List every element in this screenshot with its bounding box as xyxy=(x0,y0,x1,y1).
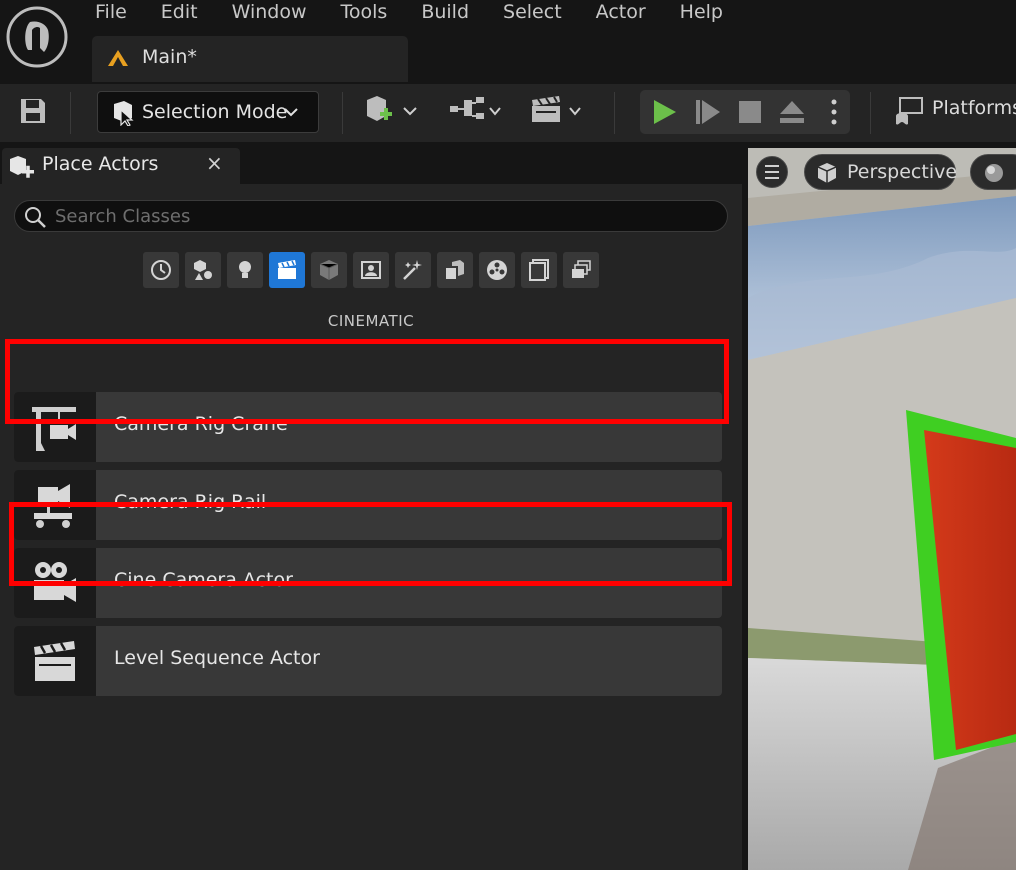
actor-label: Camera Rig Crane xyxy=(114,413,288,435)
actor-item-camera-rig-crane[interactable]: Camera Rig Crane xyxy=(14,392,722,462)
quick-add-button[interactable] xyxy=(364,94,420,130)
category-bar xyxy=(143,252,599,288)
platforms-button[interactable]: Platforms xyxy=(894,96,1016,128)
menu-edit[interactable]: Edit xyxy=(144,0,215,26)
level-tab-label: Main* xyxy=(142,46,197,68)
category-visual-effects[interactable] xyxy=(311,252,347,288)
category-geometry[interactable] xyxy=(353,252,389,288)
platforms-icon xyxy=(896,97,923,125)
clapperboard-icon xyxy=(14,626,96,696)
actor-item-camera-rig-rail[interactable]: Camera Rig Rail xyxy=(14,470,722,540)
chevron-down-icon xyxy=(284,107,298,117)
category-cinematic[interactable] xyxy=(269,252,305,288)
actor-item-cine-camera-actor[interactable]: Cine Camera Actor xyxy=(14,548,722,618)
actor-label: Level Sequence Actor xyxy=(114,647,320,669)
selection-mode-label: Selection Mode xyxy=(142,101,288,123)
selection-mode-icon xyxy=(110,100,136,126)
menu-actor[interactable]: Actor xyxy=(579,0,663,26)
main-menu: File Edit Window Tools Build Select Acto… xyxy=(78,0,740,26)
main-toolbar: Selection Mode Platforms xyxy=(0,84,1016,142)
place-actors-body: CINEMATIC Camera Rig Crane xyxy=(0,184,742,870)
blueprints-button[interactable] xyxy=(448,94,504,130)
viewport-menu-button[interactable] xyxy=(756,156,788,188)
viewport-scene xyxy=(748,148,1016,870)
menu-window[interactable]: Window xyxy=(215,0,324,26)
play-icon[interactable] xyxy=(654,100,676,124)
perspective-cube-icon xyxy=(815,161,839,189)
lit-sphere-icon xyxy=(983,162,1005,188)
save-icon xyxy=(21,99,45,123)
search-icon xyxy=(23,205,47,233)
selection-mode-dropdown[interactable]: Selection Mode xyxy=(97,91,319,133)
toolbar-divider xyxy=(342,92,343,134)
effects-sparkle-icon xyxy=(403,260,422,280)
level-viewport[interactable]: Perspective xyxy=(748,148,1016,870)
clapperboard-icon xyxy=(532,96,581,122)
viewport-perspective-button[interactable]: Perspective xyxy=(804,154,958,190)
recent-clock-icon xyxy=(151,260,171,280)
category-basic[interactable] xyxy=(185,252,221,288)
more-options-icon[interactable] xyxy=(831,99,837,125)
view-mode-label: Perspective xyxy=(847,161,958,183)
play-controls xyxy=(640,90,850,134)
search-classes-input[interactable] xyxy=(55,203,715,229)
viewport-lit-button[interactable] xyxy=(970,154,1016,190)
lights-bulb-icon xyxy=(239,261,251,278)
place-actors-icon xyxy=(8,154,36,184)
category-pages[interactable] xyxy=(521,252,557,288)
actor-label: Camera Rig Rail xyxy=(114,491,267,513)
stack-icon xyxy=(572,260,591,278)
unreal-logo-icon[interactable] xyxy=(6,6,68,68)
hamburger-menu-icon xyxy=(765,165,779,179)
platforms-label: Platforms xyxy=(932,97,1016,119)
pages-icon xyxy=(529,259,549,281)
title-bar: File Edit Window Tools Build Select Acto… xyxy=(0,0,1016,84)
panel-tab-strip: Place Actors × xyxy=(0,142,742,184)
cinematic-clapper-icon xyxy=(278,260,296,279)
close-icon[interactable]: × xyxy=(206,151,223,175)
toolbar-divider xyxy=(614,92,615,134)
search-box xyxy=(14,200,728,232)
category-lights[interactable] xyxy=(227,252,263,288)
category-volumes[interactable] xyxy=(437,252,473,288)
place-actors-panel: Place Actors × Search Classes CINEMATIC … xyxy=(0,142,742,870)
geometry-icon xyxy=(361,261,381,279)
cine-camera-icon xyxy=(14,548,96,618)
add-actor-icon xyxy=(367,96,417,121)
volumes-icon xyxy=(446,260,464,279)
menu-select[interactable]: Select xyxy=(486,0,579,26)
level-icon xyxy=(106,48,130,68)
all-classes-icon xyxy=(487,260,507,280)
category-recent[interactable] xyxy=(143,252,179,288)
cinematics-button[interactable] xyxy=(530,94,586,130)
place-actors-tab-label: Place Actors xyxy=(42,153,159,175)
place-actors-tab[interactable]: Place Actors × xyxy=(2,148,240,184)
toolbar-divider xyxy=(70,92,71,134)
eject-icon[interactable] xyxy=(780,101,804,123)
actor-item-level-sequence-actor[interactable]: Level Sequence Actor xyxy=(14,626,722,696)
category-title: CINEMATIC xyxy=(327,312,415,330)
menu-help[interactable]: Help xyxy=(663,0,740,26)
camera-rail-icon xyxy=(14,470,96,540)
camera-crane-icon xyxy=(14,392,96,462)
category-effects[interactable] xyxy=(395,252,431,288)
level-tab-main[interactable]: Main* xyxy=(92,36,408,82)
actor-label: Cine Camera Actor xyxy=(114,569,293,591)
save-button[interactable] xyxy=(18,96,48,126)
category-all-classes[interactable] xyxy=(479,252,515,288)
toolbar-divider xyxy=(870,92,871,134)
menu-tools[interactable]: Tools xyxy=(324,0,405,26)
visual-effects-cube-icon xyxy=(319,260,339,280)
basic-shapes-icon xyxy=(194,260,212,280)
category-stack[interactable] xyxy=(563,252,599,288)
stop-icon[interactable] xyxy=(739,101,761,123)
advance-frame-icon[interactable] xyxy=(696,100,720,124)
blueprint-icon xyxy=(450,97,501,119)
menu-build[interactable]: Build xyxy=(404,0,486,26)
menu-file[interactable]: File xyxy=(78,0,144,26)
